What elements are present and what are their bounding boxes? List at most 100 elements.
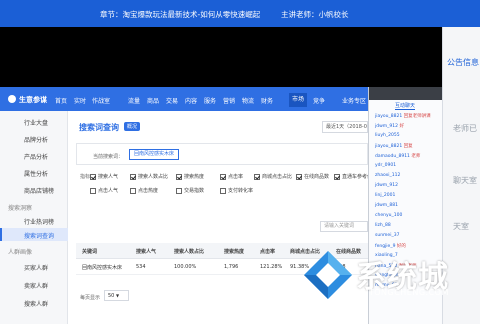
chat-message: jiayou_8821 回复	[375, 143, 413, 149]
chat-username: damaodu_8911	[375, 154, 410, 159]
filter-lead-label: 指标	[80, 174, 91, 180]
table-cell: 回南风控感实木床	[82, 265, 123, 271]
chat-text: 老师	[411, 154, 421, 159]
checkbox-trade-index[interactable]: 交易指数	[176, 187, 204, 194]
sidebar: 行业大盘 品牌分析 产品分析 属性分析 商品店铺榜 搜索洞察 行业热词榜 搜索词…	[0, 111, 68, 324]
panel-message: 天室	[453, 222, 469, 231]
overview-badge[interactable]: 概况	[124, 122, 141, 131]
nav-warroom[interactable]: 作战室	[92, 96, 110, 105]
chat-message: linj_2001	[375, 193, 395, 198]
sidebar-group-crowd-profile: 人群画像	[8, 249, 33, 256]
checkbox-search-popularity[interactable]: 搜索人气	[90, 173, 118, 180]
chat-tab[interactable]: 互动聊天	[395, 102, 416, 110]
nav-realtime[interactable]: 实时	[74, 96, 86, 105]
chat-message: damaodu_8911 老师	[375, 153, 420, 159]
chat-username: jdwm_912	[375, 183, 399, 188]
column-header[interactable]: 搜索人数占比	[174, 248, 204, 255]
chat-message: fengjie_9 好的	[375, 243, 406, 249]
checkbox-search-share[interactable]: 搜索人数占比	[130, 173, 168, 180]
host-name: 主讲老师：小帆校长	[281, 10, 349, 19]
column-header[interactable]: 点击率	[260, 248, 275, 255]
checkbox-icon	[334, 173, 340, 180]
sidebar-item-hot-words[interactable]: 行业热词榜	[24, 217, 54, 226]
checkbox-pay-conversion[interactable]: 支付转化率	[220, 187, 253, 194]
panel-message: 老师已	[453, 124, 477, 133]
chat-message: jdwm_881	[375, 203, 398, 208]
chat-username: jdwm_881	[375, 203, 399, 208]
search-term-area: 当前搜索词： 回南风控感实木床	[76, 143, 368, 165]
column-header[interactable]: 关键词	[82, 248, 97, 255]
checkbox-ztc-price[interactable]: 直通车参考价	[334, 173, 372, 180]
nav-traffic[interactable]: 流量	[128, 96, 140, 105]
search-term-chip[interactable]: 回南风控感实木床	[129, 149, 180, 160]
watermark-subtitle: XITONGCHENG.COM	[360, 288, 449, 297]
checkbox-search-heat[interactable]: 搜索热度	[176, 173, 204, 180]
sidebar-item-brand-analysis[interactable]: 品牌分析	[24, 135, 48, 144]
chapter-title: 章节：淘宝爆款玩法最新技术-如何从零快速崛起	[100, 10, 261, 19]
stream-root: 章节：淘宝爆款玩法最新技术-如何从零快速崛起 主讲老师：小帆校长 公告信息 老师…	[0, 0, 480, 324]
chat-username: sunmei_37	[375, 233, 400, 238]
chat-text: 好的	[396, 244, 406, 249]
nav-content[interactable]: 内容	[185, 96, 197, 105]
table-cell: 534	[136, 264, 146, 270]
chat-text: 好	[399, 124, 404, 129]
date-range-select[interactable]: 最近1天（2018-06-20）	[322, 121, 368, 133]
course-banner: 章节：淘宝爆款玩法最新技术-如何从零快速崛起 主讲老师：小帆校长	[0, 0, 480, 27]
nav-home[interactable]: 首页	[55, 96, 67, 105]
nav-service[interactable]: 服务	[204, 96, 216, 105]
checkbox-click-rate[interactable]: 点击率	[220, 173, 243, 180]
app-brand: 生意参谋	[19, 96, 47, 104]
nav-competition[interactable]: 竞争	[313, 96, 325, 105]
nav-marketing[interactable]: 营销	[223, 96, 235, 105]
checkbox-icon	[176, 173, 182, 180]
checkbox-icon	[254, 173, 260, 180]
checkbox-click-heat[interactable]: 点击热度	[130, 187, 158, 194]
checkbox-icon	[90, 173, 96, 180]
chat-username: jdwm_912	[375, 124, 399, 129]
chat-message: liuyh_2055	[375, 133, 400, 138]
checkbox-icon	[90, 187, 96, 194]
sidebar-group-search-insight: 搜索洞察	[8, 205, 33, 212]
chat-username: fengjie_9	[375, 244, 396, 249]
nav-trade[interactable]: 交易	[166, 96, 178, 105]
sidebar-item-keyword-query[interactable]: 搜索词查询	[24, 231, 54, 240]
sidebar-item-industry-overview[interactable]: 行业大盘	[24, 118, 48, 127]
chat-text: 回复老师讲课	[403, 114, 431, 119]
chat-message: ydr_0901	[375, 163, 396, 168]
metric-filter-row-2: 点击人气 点击热度 交易指数 支付转化率	[76, 187, 368, 197]
checkbox-icon	[220, 173, 226, 180]
chat-username: chenyu_100	[375, 213, 403, 218]
sidebar-item-seller-crowd[interactable]: 卖家人群	[24, 281, 48, 290]
checkbox-click-popularity[interactable]: 点击人气	[90, 187, 118, 194]
page-size-select[interactable]: 50 ▼	[104, 290, 129, 301]
table-cell: 1,796	[224, 264, 239, 270]
chat-message: sunmei_37	[375, 233, 399, 238]
panel-message: 聊天室	[453, 176, 477, 185]
keyword-search-input[interactable]: 请输入关键词	[320, 221, 368, 232]
chat-username: liuyh_2055	[375, 133, 400, 138]
column-header[interactable]: 搜索人气	[136, 248, 156, 255]
sidebar-item-attribute-analysis[interactable]: 属性分析	[24, 169, 48, 178]
sidebar-item-buyer-crowd[interactable]: 买家人群	[24, 263, 48, 272]
column-header[interactable]: 搜索热度	[224, 248, 244, 255]
nav-logistics[interactable]: 物流	[242, 96, 254, 105]
chat-message: zhaoxi_112	[375, 173, 400, 178]
nav-market[interactable]: 市场	[289, 93, 308, 107]
table-cell: 100.00%	[174, 264, 197, 270]
checkbox-mall-click-share[interactable]: 商城点击占比	[254, 173, 292, 180]
chevron-down-icon: ▼	[115, 293, 120, 298]
chat-username: ydr_0901	[375, 163, 397, 168]
sidebar-item-shop-ranking[interactable]: 商品店铺榜	[24, 186, 54, 195]
sidebar-item-search-crowd[interactable]: 搜索人群	[24, 299, 48, 308]
sidebar-item-product-analysis[interactable]: 产品分析	[24, 152, 48, 161]
announcement-title: 公告信息	[447, 58, 479, 67]
table-cell: 121.28%	[260, 264, 283, 270]
checkbox-icon	[176, 187, 182, 194]
chat-username: lizh_88	[375, 223, 391, 228]
nav-finance[interactable]: 财务	[261, 96, 273, 105]
chat-username: linj_2001	[375, 193, 396, 198]
checkbox-online-goods[interactable]: 在线商品数	[296, 173, 329, 180]
business-zone-link[interactable]: 业务专区	[342, 96, 366, 105]
watermark-logo-icon	[304, 251, 352, 299]
nav-goods[interactable]: 商品	[147, 96, 159, 105]
